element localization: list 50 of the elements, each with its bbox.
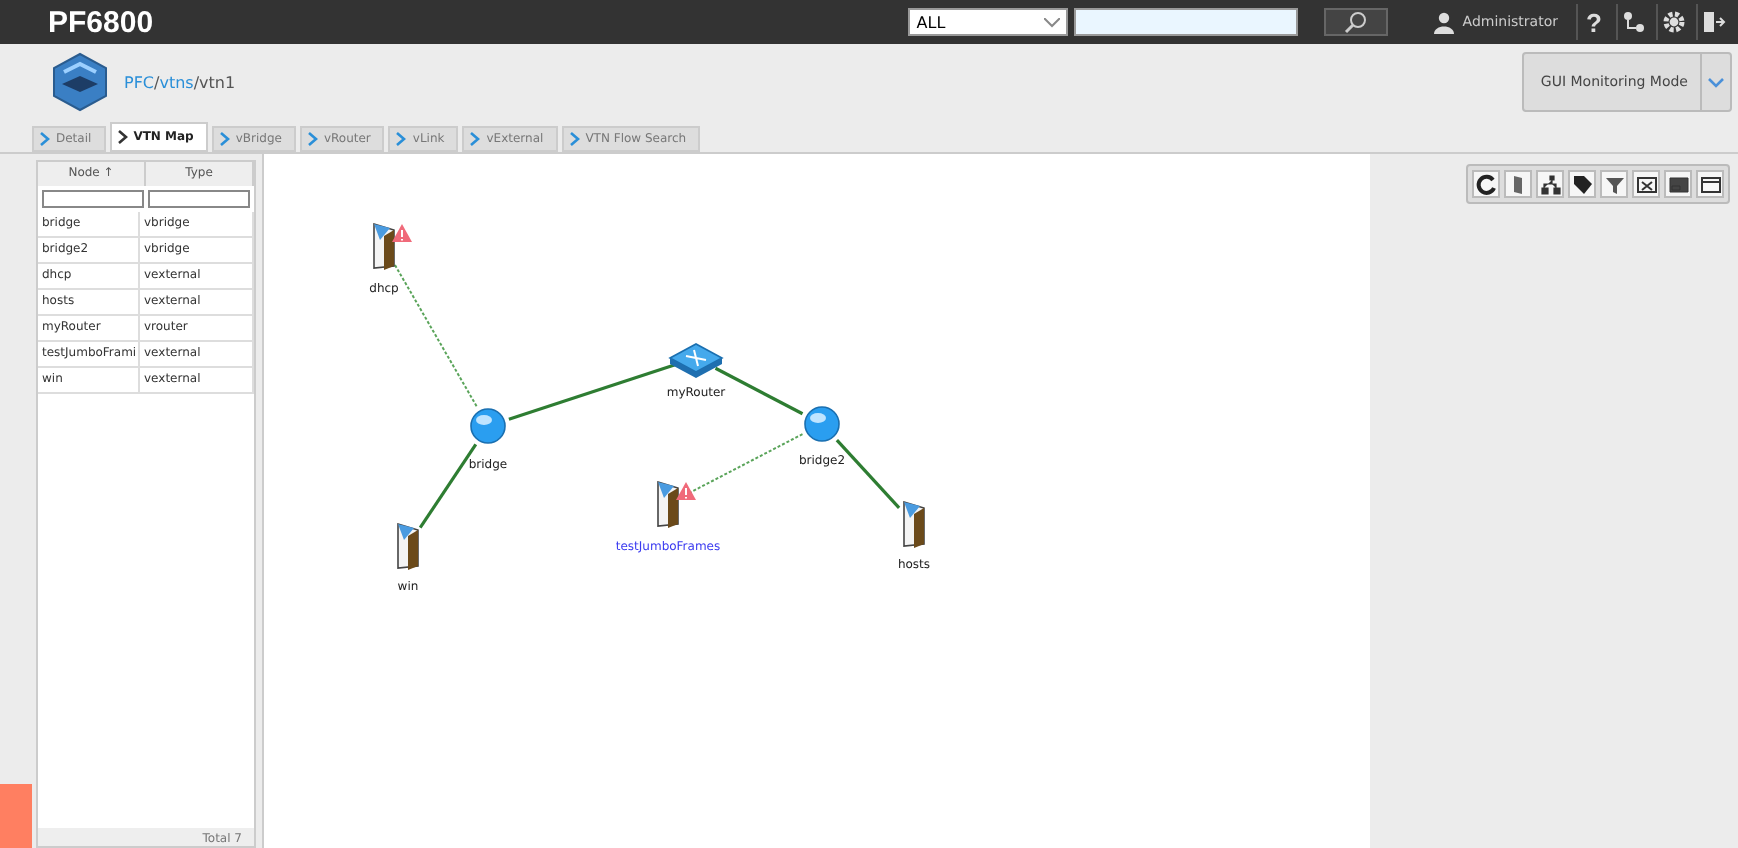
toolbar-button[interactable]	[1600, 170, 1628, 198]
screen-icon	[1699, 173, 1721, 195]
door-icon[interactable]	[657, 480, 679, 528]
chevron-right-icon	[307, 132, 318, 146]
chevron-right-icon	[569, 132, 580, 146]
chevron-icon	[1044, 17, 1061, 27]
breadcrumb-current: vtn1	[199, 73, 236, 91]
toolbar-button[interactable]	[1664, 170, 1692, 198]
network-icon	[1622, 10, 1646, 34]
settings-button[interactable]	[1656, 4, 1690, 40]
search-icon	[1344, 10, 1369, 34]
router-icon[interactable]	[668, 343, 724, 378]
toolbar-button[interactable]	[1696, 170, 1724, 198]
tag-icon	[1571, 173, 1593, 195]
filter-field[interactable]	[42, 190, 144, 208]
toolbar-button[interactable]	[1536, 170, 1564, 198]
chevron-right-icon	[396, 132, 407, 146]
window-icon	[1667, 173, 1689, 195]
chevron-right-icon	[40, 132, 50, 146]
door-icon[interactable]	[397, 522, 419, 570]
cube-logo-icon	[52, 52, 108, 112]
search-button[interactable]	[1324, 8, 1389, 36]
settings-icon	[1662, 10, 1686, 34]
toolbar-button[interactable]	[1568, 170, 1596, 198]
filter-field[interactable]	[148, 190, 250, 208]
chevron-right-icon	[117, 130, 128, 144]
link-line	[394, 264, 478, 408]
breadcrumb-link[interactable]: vtns	[159, 73, 194, 91]
sphere-icon[interactable]	[804, 406, 840, 442]
sphere-icon[interactable]	[470, 408, 506, 444]
door-icon[interactable]	[903, 500, 925, 548]
chevron-right-icon	[219, 132, 230, 146]
tree-icon	[1539, 173, 1561, 195]
app-title: PF6800	[48, 5, 154, 39]
chevron-right-icon	[470, 132, 481, 146]
network-button[interactable]	[1616, 4, 1650, 40]
search-field[interactable]	[1074, 8, 1299, 36]
toolbar-button[interactable]	[1632, 170, 1660, 198]
logout-icon	[1702, 10, 1726, 34]
user-icon	[1434, 11, 1455, 33]
toolbar-button[interactable]	[1472, 170, 1500, 198]
refresh-icon	[1475, 173, 1497, 195]
breadcrumb-separator: /	[154, 73, 160, 91]
breadcrumb-separator: /	[193, 73, 200, 91]
filter-icon	[1603, 173, 1625, 195]
close-box-icon	[1635, 173, 1657, 195]
scope-dropdown[interactable]: ALL	[908, 8, 1069, 36]
breadcrumb-link[interactable]: PFC	[124, 73, 155, 91]
chevron-icon	[1708, 77, 1724, 87]
door-icon[interactable]	[373, 222, 395, 270]
